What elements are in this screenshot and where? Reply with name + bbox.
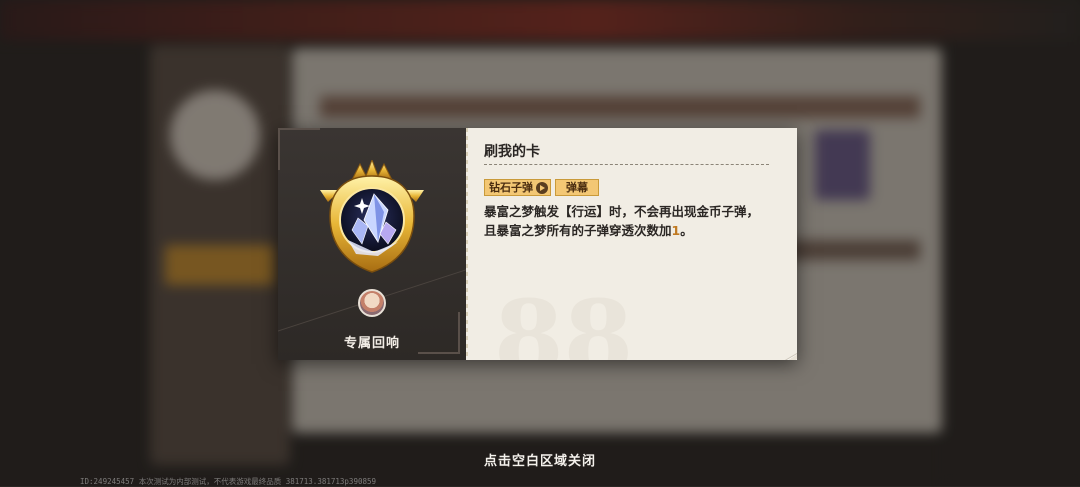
card-title: 刷我的卡	[484, 144, 540, 160]
build-info: ID:249245457 本次测试为内部测试，不代表游戏最终品质 381713.…	[80, 477, 377, 486]
watermark: 88	[494, 278, 634, 360]
tag-label: 弹幕	[566, 181, 588, 194]
card-detail-popup: 专属回响 88 刷我的卡 钻石子弹 弹幕 暴富之梦触发【行运】时，不会再出现金币…	[278, 128, 797, 360]
title-divider	[484, 164, 769, 165]
tag-barrage[interactable]: 弹幕	[555, 179, 599, 196]
description-line: 暴富之梦触发【行运】时，不会再出现金币子弹，	[484, 204, 760, 219]
close-hint[interactable]: 点击空白区域关闭	[0, 450, 1080, 469]
emblem-panel: 专属回响	[278, 128, 466, 360]
corner-decoration	[278, 128, 320, 170]
card-description: 暴富之梦触发【行运】时，不会再出现金币子弹， 且暴富之梦所有的子弹穿透次数加1。	[484, 202, 789, 240]
panel-edge	[466, 128, 468, 360]
play-icon[interactable]	[536, 181, 548, 194]
tag-diamond-bullet[interactable]: 钻石子弹	[484, 179, 551, 196]
highlight-value: 1	[671, 223, 681, 238]
diamond-crystal-crest-icon	[320, 160, 424, 273]
paper-corner-icon	[784, 352, 797, 360]
tag-list: 钻石子弹 弹幕	[484, 179, 599, 196]
character-avatar-icon[interactable]	[358, 289, 386, 317]
tag-label: 钻石子弹	[489, 181, 533, 194]
description-line: 且暴富之梦所有的子弹穿透次数加1。	[484, 223, 693, 238]
emblem-label: 专属回响	[343, 336, 400, 351]
description-panel: 88 刷我的卡 钻石子弹 弹幕 暴富之梦触发【行运】时，不会再出现金币子弹， 且…	[466, 128, 797, 360]
